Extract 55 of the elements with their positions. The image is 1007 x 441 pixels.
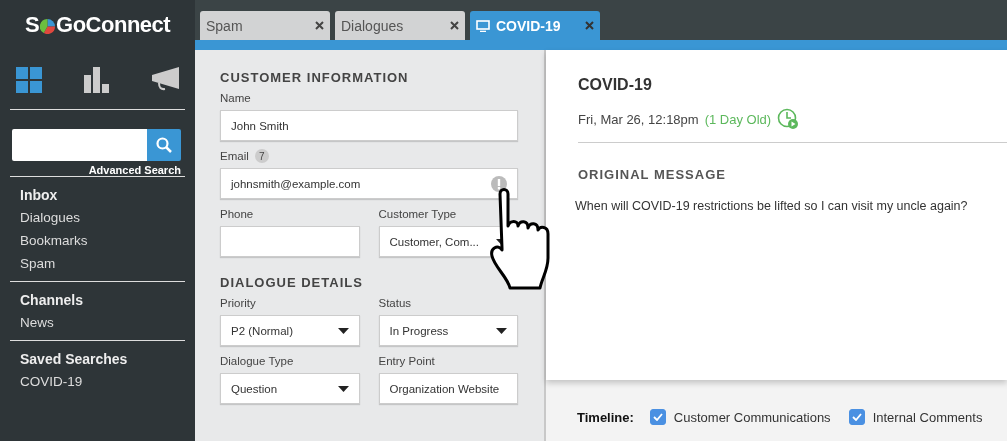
grid-icon[interactable] — [16, 66, 42, 93]
select-field[interactable]: Question — [220, 373, 360, 404]
sidebar-item[interactable]: Dialogues — [20, 209, 175, 227]
field-label: Priority — [220, 297, 256, 309]
check-icon — [851, 413, 862, 421]
tab[interactable]: Dialogues — [335, 11, 465, 40]
field-label: Phone — [220, 208, 254, 220]
field-label: Entry Point — [378, 355, 435, 367]
select-field[interactable]: In Progress — [378, 315, 518, 346]
input-field[interactable]: Organization Website — [378, 373, 518, 404]
logo-text: GoConnect — [56, 12, 171, 38]
section-title: DIALOGUE DETAILS — [220, 275, 364, 290]
logo-icon — [40, 19, 56, 34]
checkbox-label: Customer Communications — [673, 409, 831, 425]
close-icon[interactable] — [315, 21, 324, 30]
input-field[interactable] — [220, 226, 360, 257]
checkbox[interactable] — [649, 409, 666, 425]
bar-chart-icon[interactable] — [84, 66, 110, 93]
age-text: (1 Day Old) — [704, 111, 772, 127]
close-icon[interactable] — [450, 21, 459, 30]
tab[interactable]: Spam — [200, 11, 330, 40]
check-icon — [652, 413, 663, 421]
input-field[interactable]: John Smith — [220, 110, 518, 141]
count-badge: 7 — [254, 149, 269, 163]
checkbox-label: Internal Comments — [872, 409, 983, 425]
field-label: Customer Type — [378, 208, 457, 220]
date-text: Fri, Mar 26, 12:18pm — [578, 111, 699, 127]
input-field[interactable]: johnsmith@example.com — [220, 168, 518, 199]
checkbox[interactable] — [848, 409, 865, 425]
field-label: Email — [220, 150, 249, 162]
field-label: Dialogue Type — [220, 355, 294, 367]
advanced-search-link[interactable]: Advanced Search — [88, 164, 181, 176]
search-field[interactable] — [12, 129, 147, 161]
message-text: When will COVID-19 restrictions be lifted so I can visit my uncle again? — [575, 199, 969, 213]
monitor-icon — [476, 19, 490, 32]
sidebar-heading: Channels — [20, 292, 84, 308]
sidebar-heading: Saved Searches — [20, 351, 129, 367]
search-icon — [156, 137, 172, 153]
timeline-label: Timeline: — [577, 409, 634, 425]
field-label: Status — [378, 297, 412, 309]
logo-text: S — [24, 12, 40, 38]
section-title: CUSTOMER INFORMATION — [220, 70, 410, 85]
search-button[interactable] — [147, 129, 181, 161]
megaphone-icon[interactable] — [152, 66, 179, 93]
field-label: Name — [220, 92, 251, 104]
clock-icon — [777, 108, 800, 130]
sidebar-item[interactable]: Spam — [20, 255, 175, 273]
section-title: ORIGINAL MESSAGE — [578, 167, 727, 182]
sidebar-item[interactable]: News — [20, 314, 175, 332]
dialogue-title: COVID-19 — [578, 76, 653, 94]
select-field[interactable]: P2 (Normal) — [220, 315, 360, 346]
sidebar-item[interactable]: COVID-19 — [20, 373, 175, 391]
close-icon[interactable] — [585, 21, 594, 30]
sidebar-item[interactable]: Bookmarks — [20, 232, 175, 250]
sidebar-heading: Inbox — [20, 187, 59, 203]
